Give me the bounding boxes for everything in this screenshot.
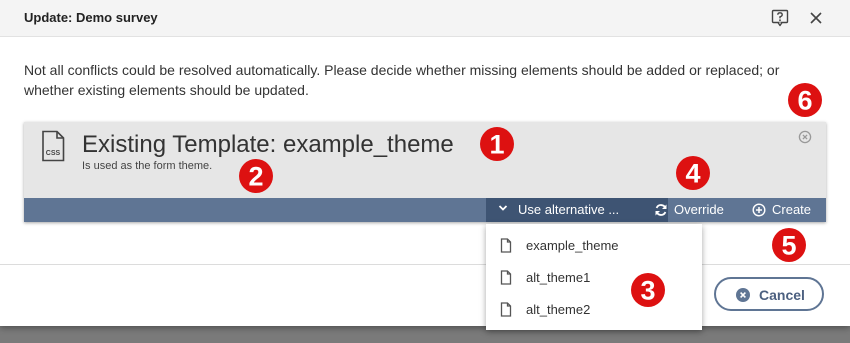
dropdown-item[interactable]: example_theme (486, 230, 702, 260)
use-alternative-label: Use alternative ... (518, 202, 620, 217)
callout-marker-5-label: 5 (781, 231, 796, 261)
footer-divider (0, 264, 850, 265)
dropdown-item-label: alt_theme2 (526, 302, 591, 317)
dropdown-item-label: example_theme (526, 238, 619, 253)
cancel-button[interactable]: Cancel (714, 277, 824, 311)
template-action-bar: Use alternative ... Override Create (24, 198, 826, 222)
refresh-icon (655, 204, 667, 216)
update-dialog: Update: Demo survey Not all conflicts co… (0, 0, 850, 326)
cancel-circle-icon (736, 288, 750, 302)
callout-marker-1: 1 (480, 127, 514, 161)
conflict-message: Not all conflicts could be resolved auto… (24, 62, 780, 98)
plus-circle-icon (752, 203, 766, 217)
callout-marker-3: 3 (631, 273, 665, 307)
close-icon[interactable] (807, 9, 825, 27)
css-file-icon: CSS (42, 130, 65, 162)
dropdown-item[interactable]: alt_theme2 (486, 294, 702, 324)
callout-marker-4-label: 4 (685, 159, 700, 189)
callout-marker-6: 6 (788, 83, 822, 117)
help-icon[interactable] (771, 9, 789, 27)
callout-marker-5: 5 (772, 228, 806, 262)
callout-marker-3-label: 3 (640, 276, 655, 306)
template-title: Existing Template: example_theme (82, 131, 454, 158)
create-label: Create (772, 202, 812, 217)
callout-marker-2-label: 2 (248, 162, 263, 192)
callout-marker-2: 2 (239, 159, 273, 193)
override-label: Override (674, 202, 724, 217)
dropdown-item-label: alt_theme1 (526, 270, 591, 285)
file-icon (500, 238, 512, 253)
css-file-label: CSS (46, 150, 61, 157)
use-alternative-button[interactable]: Use alternative ... (486, 198, 668, 222)
dismiss-circle-icon[interactable] (798, 130, 812, 144)
dropdown-item[interactable]: alt_theme1 (486, 262, 702, 292)
chevron-down-icon (498, 205, 508, 211)
file-icon (500, 270, 512, 285)
template-subtitle: Is used as the form theme. (82, 160, 213, 172)
dialog-titlebar: Update: Demo survey (0, 0, 850, 37)
callout-marker-4: 4 (676, 156, 710, 190)
callout-marker-6-label: 6 (797, 86, 812, 116)
alternative-dropdown: example_theme alt_theme1 alt_theme2 (486, 224, 702, 330)
override-button[interactable]: Override (652, 198, 734, 222)
dialog-title: Update: Demo survey (24, 10, 158, 25)
create-button[interactable]: Create (750, 198, 820, 222)
file-icon (500, 302, 512, 317)
callout-marker-1-label: 1 (489, 130, 504, 160)
cancel-label: Cancel (759, 287, 805, 303)
